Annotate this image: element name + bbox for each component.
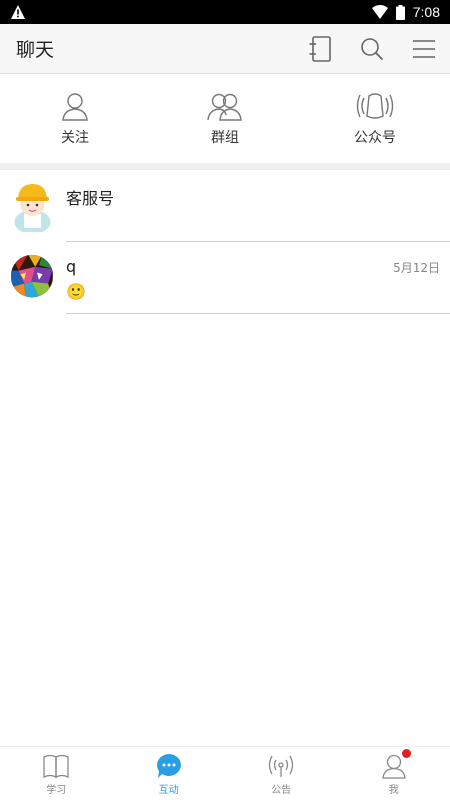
battery-icon [395, 4, 405, 20]
chat-last-message: 🙂 [66, 282, 86, 301]
chat-name: 客服号 [66, 189, 115, 208]
quick-link-follow[interactable]: 关注 [0, 75, 150, 163]
tab-interact[interactable]: 互动 [113, 747, 226, 800]
tab-study[interactable]: 学习 [0, 747, 113, 800]
page-title: 聊天 [16, 39, 55, 61]
wifi-icon [371, 5, 388, 19]
search-icon [361, 37, 384, 60]
warning-icon [11, 5, 25, 19]
quick-links: 关注 群组 公众号 [0, 75, 450, 163]
search-button[interactable] [346, 24, 398, 74]
chat-item-customer-service[interactable]: 客服号 [0, 170, 450, 242]
bottom-tab-bar: 学习 互动 公告 我 [0, 746, 450, 800]
tab-label: 学习 [46, 785, 67, 796]
tab-label: 互动 [158, 785, 179, 796]
menu-button[interactable] [398, 24, 450, 74]
contacts-button[interactable] [294, 24, 346, 74]
status-bar: 7:08 [0, 0, 450, 24]
quick-link-groups[interactable]: 群组 [150, 75, 300, 163]
status-time: 7:08 [412, 4, 440, 20]
quick-link-label: 群组 [211, 130, 239, 146]
group-icon [207, 93, 242, 121]
antenna-icon [269, 755, 294, 777]
chat-name: q [66, 257, 77, 276]
tab-announcements[interactable]: 公告 [225, 747, 338, 800]
quick-link-official-accounts[interactable]: 公众号 [300, 75, 450, 163]
mosaic-avatar [11, 254, 53, 298]
chat-date: 5月12日 [393, 261, 440, 275]
chat-item-q[interactable]: q 5月12日 🙂 [0, 242, 450, 314]
notification-dot [401, 749, 411, 758]
menu-icon [413, 39, 435, 58]
app-header: 聊天 [0, 24, 450, 74]
person-icon [62, 93, 88, 121]
tab-label: 我 [388, 785, 399, 796]
book-icon [43, 754, 69, 779]
worker-avatar [14, 184, 51, 232]
section-divider [0, 163, 450, 170]
address-book-icon [309, 35, 331, 62]
chat-list: 客服号 q 5月12日 🙂 [0, 170, 450, 314]
row-divider [66, 313, 450, 314]
tab-label: 公告 [271, 785, 292, 796]
quick-link-label: 公众号 [354, 130, 396, 146]
quick-link-label: 关注 [61, 130, 89, 146]
broadcast-icon [356, 93, 394, 119]
chat-bubble-icon [156, 754, 181, 778]
tab-me[interactable]: 我 [338, 747, 450, 800]
